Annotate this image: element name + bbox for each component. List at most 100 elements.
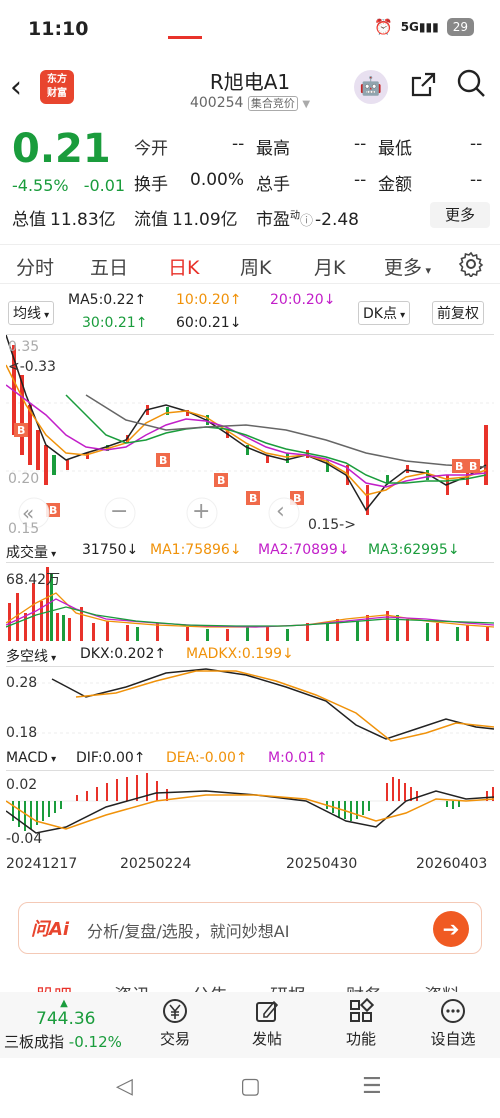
svg-text:B: B: [455, 460, 463, 473]
tab-research[interactable]: 研报: [270, 982, 306, 992]
date-label-4: 20260403: [416, 856, 488, 872]
index-value: 744.36: [36, 1009, 96, 1029]
tab-forum[interactable]: 股吧: [36, 982, 72, 992]
ai-search-bar[interactable]: 问Ai 分析/复盘/选股，就问妙想AI ➔: [18, 902, 482, 954]
svg-text:B: B: [159, 454, 167, 467]
watchlist-button[interactable]: 设自选: [418, 998, 488, 1049]
kline-low-mark: 0.15->: [308, 517, 356, 533]
date-label-3: 20250430: [286, 856, 358, 872]
scroll-back-icon[interactable]: ‹: [276, 499, 285, 524]
more-quote-button[interactable]: 更多: [430, 202, 490, 228]
bottom-dock: ▲ 744.36 三板成指 -0.12% 交易 发帖 功能 设自选: [0, 992, 500, 1058]
adjust-select[interactable]: 前复权: [432, 301, 484, 325]
zoom-in-icon[interactable]: +: [192, 499, 210, 524]
ma30-value: 30:0.21↑: [82, 315, 148, 331]
date-label-2: 20250224: [120, 856, 192, 872]
tab-daily-k[interactable]: 日K: [168, 253, 199, 280]
caret-down-icon: ▾: [396, 310, 406, 321]
quote-open-value: --: [232, 134, 245, 154]
dkx-chart[interactable]: 0.28 0.18: [6, 666, 495, 744]
ma20-value: 20:0.20↓: [270, 292, 336, 308]
quote-low-value: --: [470, 134, 483, 154]
volume-chart[interactable]: 68.42万: [5, 562, 495, 641]
index-percent: -0.12%: [68, 1033, 122, 1051]
quote-pe: 市盈动ⓘ -2.48: [256, 210, 360, 230]
price-change: -4.55% -0.01: [12, 176, 125, 195]
tab-news[interactable]: 资讯: [114, 982, 150, 992]
kline-high-mark: <-0.33: [8, 359, 56, 375]
caret-down-icon: ▾: [48, 549, 57, 560]
dkx-y-bot: 0.18: [6, 725, 38, 741]
volume-ma2: MA2:70899↓: [258, 542, 350, 558]
post-button[interactable]: 发帖: [232, 998, 302, 1049]
tab-five-day[interactable]: 五日: [90, 253, 128, 280]
arrow-right-icon[interactable]: ➔: [433, 911, 469, 947]
volume-ma1: MA1:75896↓: [150, 542, 242, 558]
quote-float: 流值 11.09亿: [134, 210, 238, 230]
ma10-line: [5, 364, 487, 496]
share-icon[interactable]: [408, 70, 438, 107]
dkx-indicator-select[interactable]: 多空线 ▾: [6, 646, 57, 666]
tab-finance[interactable]: 财务: [346, 982, 382, 992]
dk-point-select[interactable]: DK点 ▾: [358, 301, 411, 325]
tab-weekly-k[interactable]: 周K: [240, 253, 271, 280]
tab-profile[interactable]: 资料: [424, 982, 460, 992]
kline-y-mid: 0.20: [8, 471, 40, 487]
caret-down-icon: ▾: [48, 653, 57, 664]
quote-high-value: --: [354, 134, 367, 154]
auction-tag: 集合竞价: [247, 96, 298, 111]
tab-intraday[interactable]: 分时: [16, 253, 54, 280]
nav-menu-icon[interactable]: ☰: [362, 1074, 382, 1099]
indicator-select[interactable]: 均线 ▾: [8, 301, 55, 325]
nav-back-icon[interactable]: ◁: [116, 1074, 133, 1099]
macd-indicator-select[interactable]: MACD ▾: [6, 750, 57, 766]
period-tabs: 分时 五日 日K 周K 月K 更多 ▾: [0, 244, 500, 284]
stock-title: R旭电A1: [209, 70, 291, 94]
kline-svg: B B B B B B B B: [5, 334, 494, 529]
volume-ma3: MA3:62995↓: [368, 542, 460, 558]
content-tabs: 股吧 资讯 公告 研报 财务 资料: [0, 972, 500, 992]
functions-button[interactable]: 功能: [326, 997, 396, 1049]
zoom-out-icon[interactable]: −: [110, 499, 128, 524]
caret-down-icon: ▾: [47, 754, 57, 765]
status-bar: 11:10 ⏰ 5G▮▮▮ 29: [0, 0, 500, 60]
candles: [12, 345, 488, 515]
trade-button[interactable]: 交易: [140, 998, 210, 1049]
back-icon[interactable]: ‹: [10, 70, 22, 105]
search-icon[interactable]: [456, 68, 486, 105]
macd-dea: DEA:-0.00↑: [166, 750, 248, 766]
last-price: 0.21: [12, 126, 111, 172]
tab-more[interactable]: 更多 ▾: [384, 253, 431, 280]
tab-announcements[interactable]: 公告: [192, 982, 228, 992]
status-time: 11:10: [28, 18, 89, 40]
nav-home-icon[interactable]: ▢: [240, 1074, 261, 1099]
stock-code: 400254: [189, 95, 244, 111]
svg-text:B: B: [469, 460, 477, 473]
quote-amount-value: --: [470, 170, 483, 190]
macd-m: M:0.01↑: [268, 750, 328, 766]
quote-volume-value: --: [354, 170, 367, 190]
edit-icon: [232, 998, 302, 1028]
date-label-1: 20241217: [6, 856, 78, 872]
assistant-avatar-icon[interactable]: 🤖: [354, 70, 388, 104]
stock-subtitle[interactable]: 400254 集合竞价 ▼: [150, 95, 350, 111]
tab-monthly-k[interactable]: 月K: [314, 253, 345, 280]
quote-turnover-value: 0.00%: [190, 170, 245, 190]
ma60-value: 60:0.21↓: [176, 315, 242, 331]
svg-text:B: B: [17, 424, 25, 437]
chevron-down-icon: ▼: [302, 99, 311, 110]
app-logo: 东方 财富: [40, 70, 74, 104]
info-icon[interactable]: ⓘ: [300, 214, 313, 229]
kline-chart[interactable]: B B B B B B B B 0.35 <-0.33 0.20 0.15 0.…: [5, 334, 494, 538]
settings-gear-icon[interactable]: [458, 251, 484, 282]
quote-volume-label: 总手: [256, 175, 290, 195]
volume-indicator-select[interactable]: 成交量 ▾: [6, 542, 57, 562]
macd-chart[interactable]: 0.02 -0.04: [5, 770, 495, 852]
scroll-left-icon[interactable]: «: [22, 501, 34, 525]
system-nav-bar: ◁ ▢ ☰: [0, 1060, 500, 1118]
index-widget[interactable]: ▲ 744.36 三板成指 -0.12%: [4, 998, 134, 1052]
change-amount: -0.01: [83, 176, 126, 195]
index-name: 三板成指: [4, 1033, 65, 1051]
caret-down-icon: ▾: [41, 310, 50, 321]
ma5-line: [5, 334, 487, 512]
